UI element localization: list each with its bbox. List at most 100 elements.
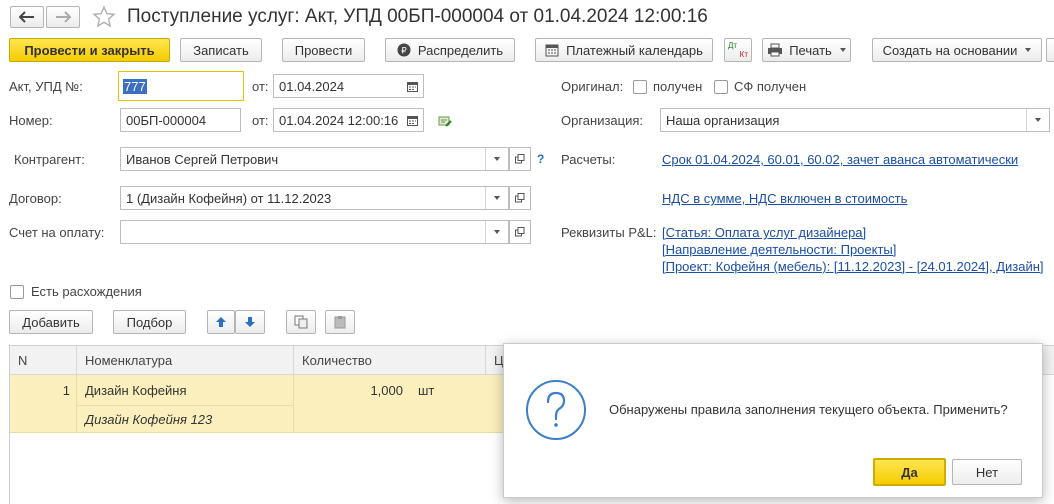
chevron-down-icon: [1035, 118, 1041, 122]
row-quantity: 1,000: [370, 383, 403, 398]
act-number-value: 777: [123, 78, 147, 94]
invoice-label: Счет на оплату:: [9, 225, 105, 240]
original-received-checkbox[interactable]: [633, 80, 647, 94]
add-button[interactable]: Добавить: [9, 310, 93, 334]
pick-button[interactable]: Подбор: [113, 310, 186, 334]
number-label: Номер:: [9, 113, 53, 128]
pl-project-link[interactable]: [Проект: Кофейня (мебель): [11.12.2023] …: [662, 259, 1044, 274]
payment-calendar-button[interactable]: Платежный календарь: [535, 38, 713, 62]
discrepancy-checkbox[interactable]: [10, 285, 24, 299]
column-header-quantity[interactable]: Количество: [294, 346, 486, 374]
organization-value: Наша организация: [666, 112, 780, 128]
help-icon[interactable]: ?: [537, 152, 544, 166]
contractor-value: Иванов Сергей Петрович: [126, 151, 279, 167]
payment-calendar-label: Платежный календарь: [566, 42, 703, 58]
dt-label: Дт: [728, 41, 738, 50]
original-label: Оригинал:: [561, 79, 624, 94]
contractor-dropdown-button[interactable]: [485, 148, 508, 170]
move-up-button[interactable]: [207, 310, 235, 334]
confirm-dialog: Обнаружены правила заполнения текущего о…: [503, 343, 1043, 498]
organization-field[interactable]: Наша организация: [660, 108, 1050, 132]
vat-link[interactable]: НДС в сумме, НДС включен в стоимость: [662, 191, 907, 206]
open-window-icon: [515, 227, 525, 237]
save-button[interactable]: Записать: [180, 38, 262, 62]
arrow-left-icon: [19, 11, 34, 23]
row-number: 1: [62, 383, 70, 398]
chevron-down-icon: [494, 157, 500, 161]
svg-text:₽: ₽: [401, 47, 407, 57]
column-header-nomenclature[interactable]: Номенклатура: [77, 346, 294, 374]
calendar-picker-icon[interactable]: [401, 75, 423, 97]
back-button[interactable]: [10, 6, 44, 28]
row-divider-n: [76, 375, 77, 433]
invoice-dropdown-button[interactable]: [485, 221, 508, 243]
post-and-close-button[interactable]: Провести и закрыть: [9, 38, 170, 62]
organization-dropdown-button[interactable]: [1026, 109, 1049, 131]
open-window-icon: [515, 154, 525, 164]
arrow-down-icon: [245, 317, 255, 327]
dt-kt-button[interactable]: Дт Кт: [724, 38, 752, 62]
discrepancy-label: Есть расхождения: [31, 284, 142, 299]
no-button[interactable]: Нет: [952, 459, 1022, 485]
print-label: Печать: [789, 42, 832, 58]
number-field[interactable]: 00БП-000004: [120, 108, 241, 132]
contract-open-button[interactable]: [509, 186, 531, 210]
contract-field[interactable]: 1 (Дизайн Кофейня) от 11.12.2023: [120, 186, 509, 210]
sf-received-checkbox[interactable]: [714, 80, 728, 94]
dialog-message: Обнаружены правила заполнения текущего о…: [609, 402, 1008, 417]
settlements-label: Расчеты:: [561, 152, 616, 167]
pl-label: Реквизиты P&L:: [561, 225, 657, 240]
create-based-on-button[interactable]: Создать на основании: [872, 38, 1042, 62]
organization-label: Организация:: [561, 113, 644, 128]
yes-button[interactable]: Да: [873, 458, 946, 486]
forward-button[interactable]: [46, 6, 80, 28]
window-title: Поступление услуг: Акт, УПД 00БП-000004 …: [127, 6, 708, 27]
contract-label: Договор:: [9, 191, 62, 206]
distribute-label: Распределить: [417, 42, 504, 58]
row-divider-name-sub: [77, 405, 293, 406]
sf-received-label: СФ получен: [734, 79, 807, 94]
act-date-value: 01.04.2024: [279, 78, 345, 94]
kt-label: Кт: [739, 50, 748, 59]
contractor-open-button[interactable]: [509, 147, 531, 171]
original-received-label: получен: [653, 79, 703, 94]
chevron-down-icon: [839, 48, 846, 52]
number-date-label: от:: [252, 113, 269, 128]
currency-circle-icon: ₽: [397, 43, 411, 57]
print-button[interactable]: Печать: [762, 38, 851, 62]
more-button[interactable]: [1046, 38, 1054, 62]
create-based-label: Создать на основании: [882, 42, 1018, 58]
pl-direction-link[interactable]: [Направление деятельности: Проекты]: [662, 242, 896, 257]
row-content: Дизайн Кофейня 123: [85, 412, 213, 427]
arrow-right-icon: [56, 11, 71, 23]
act-date-label: от:: [252, 79, 269, 94]
copy-button[interactable]: [286, 310, 316, 334]
column-header-n[interactable]: N: [10, 346, 77, 374]
paste-icon: [334, 316, 346, 329]
row-unit: шт: [418, 383, 435, 398]
post-button[interactable]: Провести: [282, 38, 365, 62]
calendar-picker-icon[interactable]: [401, 109, 423, 131]
move-down-button[interactable]: [235, 310, 265, 334]
chevron-down-icon: [494, 230, 500, 234]
act-number-field[interactable]: 777: [118, 71, 244, 101]
act-number-label: Акт, УПД №:: [9, 79, 83, 94]
edit-number-icon[interactable]: [438, 114, 452, 131]
act-date-field[interactable]: 01.04.2024: [273, 74, 424, 98]
pl-article-link[interactable]: [Статья: Оплата услуг дизайнера]: [662, 225, 866, 240]
contract-value: 1 (Дизайн Кофейня) от 11.12.2023: [126, 190, 332, 206]
invoice-field[interactable]: [120, 220, 509, 244]
contract-dropdown-button[interactable]: [485, 187, 508, 209]
number-date-value: 01.04.2024 12:00:16: [279, 112, 399, 128]
contractor-label: Контрагент:: [14, 152, 85, 167]
invoice-open-button[interactable]: [509, 220, 531, 244]
contractor-field[interactable]: Иванов Сергей Петрович: [120, 147, 509, 171]
question-icon: [526, 380, 586, 440]
printer-icon: [768, 43, 783, 57]
paste-button[interactable]: [325, 310, 355, 334]
number-date-field[interactable]: 01.04.2024 12:00:16: [273, 108, 424, 132]
settlements-link[interactable]: Срок 01.04.2024, 60.01, 60.02, зачет ава…: [662, 152, 1018, 167]
favorite-star-icon[interactable]: [92, 5, 116, 32]
distribute-button[interactable]: ₽ Распределить: [385, 38, 515, 62]
copy-icon: [294, 315, 308, 329]
